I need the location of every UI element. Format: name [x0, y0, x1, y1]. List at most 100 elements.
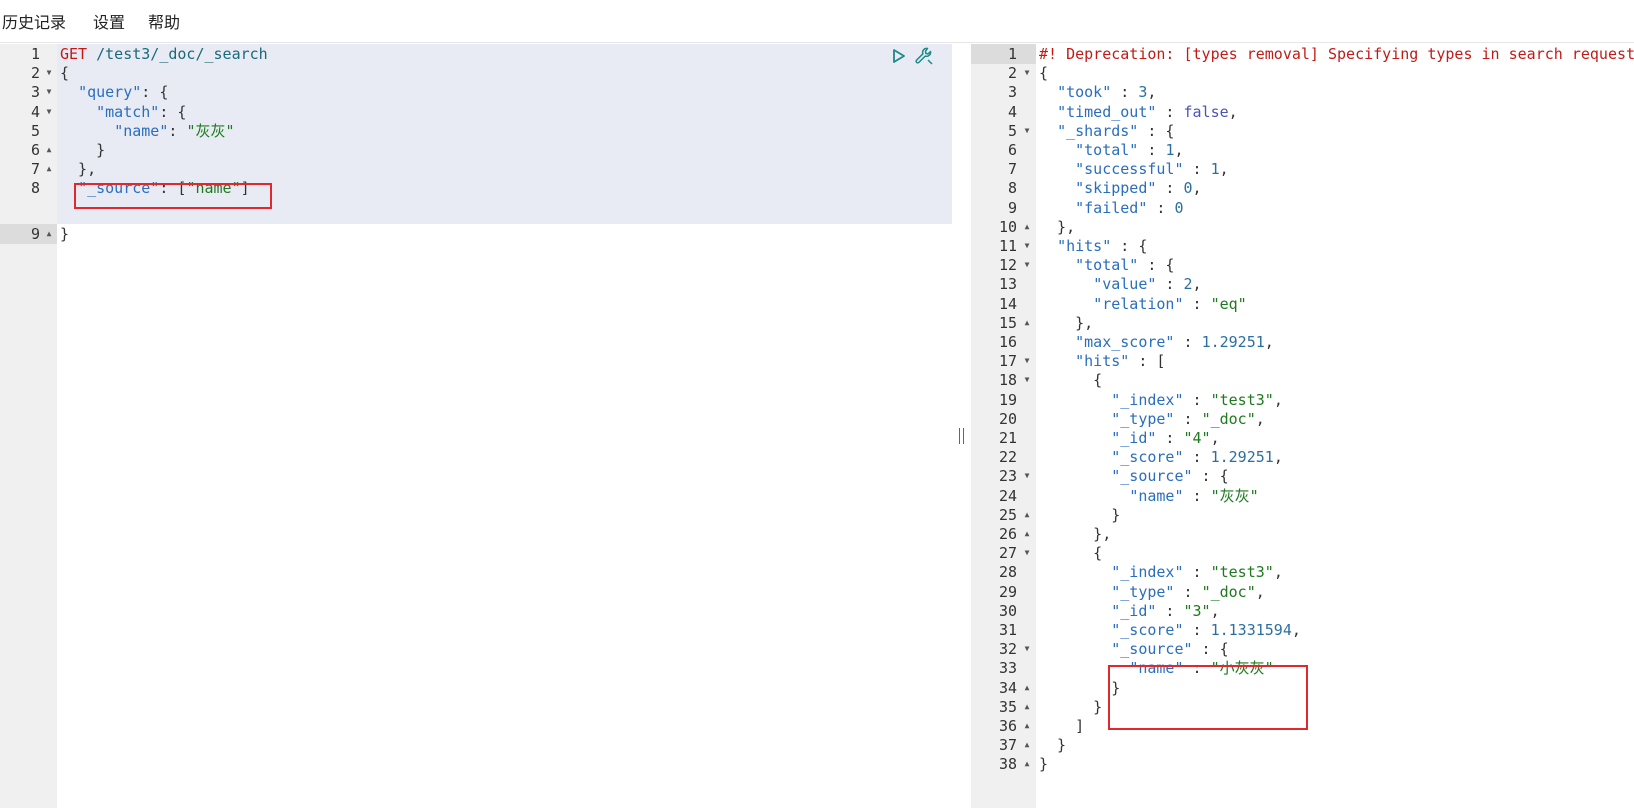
fold-open-icon[interactable]: ▼	[1021, 63, 1033, 83]
code-line[interactable]: 11 ▼ "hits" : {	[971, 236, 1634, 256]
code-line[interactable]: 9 ▲}	[0, 224, 952, 244]
fold-open-icon[interactable]: ▼	[1021, 121, 1033, 141]
fold-open-icon[interactable]: ▼	[43, 102, 55, 122]
fold-close-icon[interactable]: ▲	[1021, 505, 1033, 525]
code-line[interactable]: 36 ▲ ]	[971, 716, 1634, 736]
code-token: : {	[1111, 237, 1148, 255]
code-token: "name"	[1129, 659, 1184, 678]
code-token: "_doc"	[1201, 409, 1256, 428]
line-number: 7	[30, 160, 40, 179]
fold-open-icon[interactable]: ▼	[1021, 236, 1033, 256]
code-token: {	[1039, 544, 1103, 563]
fold-open-icon[interactable]: ▼	[43, 63, 55, 83]
code-line[interactable]: 25 ▲ }	[971, 505, 1634, 525]
code-line[interactable]: 34 ▲ }	[971, 678, 1634, 698]
fold-close-icon[interactable]: ▲	[1021, 678, 1033, 698]
code-line[interactable]: 5 "name": "灰灰"	[0, 121, 952, 141]
fold-close-icon[interactable]: ▲	[43, 224, 55, 244]
fold-close-icon[interactable]: ▲	[43, 140, 55, 160]
fold-close-icon[interactable]: ▲	[1021, 735, 1033, 755]
code-line[interactable]: 16 "max_score" : 1.29251,	[971, 332, 1634, 352]
code-line[interactable]: 10 ▲ },	[971, 217, 1634, 237]
code-line[interactable]: 3 "took" : 3,	[971, 82, 1634, 102]
code-token: :	[1156, 179, 1184, 198]
fold-close-icon[interactable]: ▲	[43, 159, 55, 179]
code-token: "_doc"	[1201, 582, 1256, 601]
code-line[interactable]: 28 "_index" : "test3",	[971, 562, 1634, 582]
code-line[interactable]: 13 "value" : 2,	[971, 274, 1634, 294]
fold-open-icon[interactable]: ▼	[1021, 351, 1033, 371]
line-number: 10	[998, 217, 1017, 236]
code-line[interactable]: 20 "_type" : "_doc",	[971, 409, 1634, 429]
code-text: }	[1039, 754, 1048, 774]
code-text: },	[1039, 524, 1111, 544]
code-line[interactable]: 1 #! Deprecation: [types removal] Specify…	[971, 44, 1634, 64]
code-line[interactable]: 9 "failed" : 0	[971, 198, 1634, 218]
code-text: "_index" : "test3",	[1039, 390, 1283, 410]
code-line[interactable]: 6 ▲ }	[0, 140, 952, 160]
fold-open-icon[interactable]: ▼	[1021, 639, 1033, 659]
code-line[interactable]: 29 "_type" : "_doc",	[971, 582, 1634, 602]
fold-close-icon[interactable]: ▲	[1021, 716, 1033, 736]
code-line[interactable]: 15 ▲ },	[971, 313, 1634, 333]
code-line[interactable]: 14 "relation" : "eq"	[971, 294, 1634, 314]
code-line[interactable]: 8 "skipped" : 0,	[971, 178, 1634, 198]
play-icon[interactable]	[889, 47, 907, 65]
code-token: GET	[60, 45, 88, 63]
code-line[interactable]: 7 ▲ },	[0, 159, 952, 179]
fold-open-icon[interactable]: ▼	[1021, 370, 1033, 390]
fold-open-icon[interactable]: ▼	[43, 82, 55, 102]
code-line[interactable]: 2 ▼{	[0, 63, 952, 83]
code-line[interactable]: 33 "name" : "小灰灰"	[971, 658, 1634, 678]
request-editor[interactable]: 1 GET /test3/_doc/_search 2 ▼{3 ▼ "query": {…	[0, 44, 952, 808]
code-text: "skipped" : 0,	[1039, 178, 1201, 198]
menu-settings[interactable]: 设置	[93, 9, 125, 33]
fold-open-icon[interactable]: ▼	[1021, 543, 1033, 563]
code-line[interactable]: 1 GET /test3/_doc/_search	[0, 44, 952, 64]
code-line[interactable]: 18 ▼ {	[971, 370, 1634, 390]
code-line[interactable]: 27 ▼ {	[971, 543, 1634, 563]
code-text: "_source" : {	[1039, 639, 1228, 659]
code-line[interactable]: 23 ▼ "_source" : {	[971, 466, 1634, 486]
code-line[interactable]: 32 ▼ "_source" : {	[971, 639, 1634, 659]
code-line[interactable]: 5 ▼ "_shards" : {	[971, 121, 1634, 141]
code-line[interactable]: 30 "_id" : "3",	[971, 601, 1634, 621]
code-line[interactable]: 24 "name" : "灰灰"	[971, 486, 1634, 506]
code-line[interactable]: 35 ▲ }	[971, 697, 1634, 717]
code-line[interactable]: 21 "_id" : "4",	[971, 428, 1634, 448]
code-line[interactable]: 12 ▼ "total" : {	[971, 255, 1634, 275]
code-token: "_id"	[1111, 429, 1157, 447]
line-number: 29	[998, 582, 1017, 601]
code-line[interactable]: 4 ▼ "match": {	[0, 102, 952, 122]
code-token: "relation"	[1093, 294, 1184, 313]
menu-history[interactable]: 历史记录	[2, 9, 66, 33]
code-line[interactable]: 8 "_source": ["name"]	[0, 178, 952, 198]
code-line[interactable]: 22 "_score" : 1.29251,	[971, 447, 1634, 467]
fold-close-icon[interactable]: ▲	[1021, 697, 1033, 717]
menu-help[interactable]: 帮助	[148, 9, 180, 33]
response-editor[interactable]: 1 #! Deprecation: [types removal] Specify…	[971, 44, 1634, 808]
code-line[interactable]: 37 ▲ }	[971, 735, 1634, 755]
line-number: 2	[1007, 64, 1017, 83]
code-line[interactable]: 31 "_score" : 1.1331594,	[971, 620, 1634, 640]
code-line[interactable]: 38 ▲}	[971, 754, 1634, 774]
code-line[interactable]: 3 ▼ "query": {	[0, 82, 952, 102]
fold-open-icon[interactable]: ▼	[1021, 466, 1033, 486]
code-line[interactable]: 26 ▲ },	[971, 524, 1634, 544]
fold-open-icon[interactable]: ▼	[1021, 255, 1033, 275]
code-line[interactable]: 2 ▼{	[971, 63, 1634, 83]
fold-close-icon[interactable]: ▲	[1021, 754, 1033, 774]
code-line[interactable]: 4 "timed_out" : false,	[971, 102, 1634, 122]
pane-splitter[interactable]	[952, 44, 971, 808]
wrench-icon[interactable]	[913, 45, 935, 67]
line-number: 3	[1007, 83, 1017, 102]
fold-close-icon[interactable]: ▲	[1021, 217, 1033, 237]
code-line[interactable]: 17 ▼ "hits" : [	[971, 351, 1634, 371]
code-line[interactable]: 19 "_index" : "test3",	[971, 390, 1634, 410]
code-line[interactable]: 7 "successful" : 1,	[971, 159, 1634, 179]
fold-close-icon[interactable]: ▲	[1021, 313, 1033, 333]
fold-close-icon[interactable]: ▲	[1021, 524, 1033, 544]
code-line[interactable]: 6 "total" : 1,	[971, 140, 1634, 160]
